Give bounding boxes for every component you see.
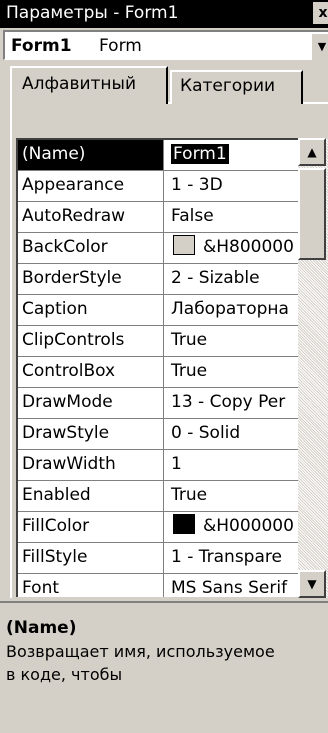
- property-value-text: Form1: [171, 144, 229, 164]
- property-name: ControlBox: [18, 357, 164, 387]
- property-row[interactable]: ControlBox True: [18, 357, 328, 388]
- close-button[interactable]: x: [313, 2, 328, 24]
- vertical-scrollbar[interactable]: ▲ ▼: [298, 138, 328, 598]
- property-name: Enabled: [18, 481, 164, 511]
- tab-categorized[interactable]: Категории: [170, 70, 303, 104]
- property-name: BackColor: [18, 233, 164, 263]
- description-text: Возвращает имя, используемое в коде, что…: [6, 642, 275, 684]
- description-pane: (Name) Возвращает имя, используемое в ко…: [0, 601, 328, 733]
- property-row[interactable]: DrawStyle 0 - Solid: [18, 419, 328, 450]
- property-row[interactable]: Font MS Sans Serif: [18, 574, 328, 597]
- property-value[interactable]: &H800000: [166, 233, 300, 263]
- property-value-text: 1 - Transpare: [171, 547, 282, 567]
- property-row[interactable]: DrawWidth 1: [18, 450, 328, 481]
- property-row[interactable]: Appearance 1 - 3D: [18, 171, 328, 202]
- tab-categorized-label: Категории: [180, 76, 276, 96]
- property-value-text: &H000000: [203, 516, 294, 536]
- property-row[interactable]: DrawMode 13 - Copy Per: [18, 388, 328, 419]
- property-row[interactable]: FillColor &H000000: [18, 512, 328, 543]
- scroll-down-arrow-icon[interactable]: ▼: [298, 570, 326, 598]
- property-value-text: 0 - Solid: [171, 423, 241, 443]
- property-name: DrawStyle: [18, 419, 164, 449]
- property-value-text: 13 - Copy Per: [171, 392, 286, 412]
- scroll-up-arrow-icon[interactable]: ▲: [298, 138, 326, 166]
- property-name: Appearance: [18, 171, 164, 201]
- property-value[interactable]: 1 - 3D: [166, 171, 300, 201]
- color-swatch[interactable]: [173, 235, 195, 255]
- property-name: DrawWidth: [18, 450, 164, 480]
- object-selector[interactable]: Form1 Form ▼: [3, 30, 328, 60]
- property-value[interactable]: False: [166, 202, 300, 232]
- property-name: AutoRedraw: [18, 202, 164, 232]
- property-name: Caption: [18, 295, 164, 325]
- chevron-down-icon[interactable]: ▼: [311, 33, 328, 60]
- property-value[interactable]: MS Sans Serif: [166, 574, 300, 597]
- property-value[interactable]: 2 - Sizable: [166, 264, 300, 294]
- property-value[interactable]: True: [166, 326, 300, 356]
- color-swatch[interactable]: [173, 514, 195, 534]
- property-name: ClipControls: [18, 326, 164, 356]
- property-name: BorderStyle: [18, 264, 164, 294]
- property-value-text: False: [171, 206, 214, 226]
- property-value[interactable]: Form1: [166, 140, 300, 170]
- property-value-text: True: [171, 361, 208, 381]
- property-value[interactable]: True: [166, 357, 300, 387]
- property-grid: (Name) Form1 Appearance 1 - 3D AutoRedraw Fal…: [16, 138, 328, 597]
- property-row[interactable]: Enabled True: [18, 481, 328, 512]
- property-value[interactable]: 0 - Solid: [166, 419, 300, 449]
- property-row[interactable]: BackColor &H800000: [18, 233, 328, 264]
- title-bar: Параметры - Form1 x: [0, 0, 328, 28]
- property-value[interactable]: True: [166, 481, 300, 511]
- property-row[interactable]: AutoRedraw False: [18, 202, 328, 233]
- property-value-text: True: [171, 330, 208, 350]
- property-value[interactable]: Лабораторна: [166, 295, 300, 325]
- description-title: (Name): [6, 618, 77, 638]
- property-row[interactable]: FillStyle 1 - Transpare: [18, 543, 328, 574]
- property-value-text: 1 - 3D: [171, 175, 223, 195]
- property-name: (Name): [18, 140, 164, 170]
- object-name: Form1: [11, 36, 72, 56]
- property-row[interactable]: ClipControls True: [18, 326, 328, 357]
- property-value-text: 1: [171, 454, 182, 474]
- property-name: FillStyle: [18, 543, 164, 573]
- tab-alphabetical-label: Алфавитный: [22, 74, 137, 94]
- property-value[interactable]: &H000000: [166, 512, 300, 542]
- property-name: FillColor: [18, 512, 164, 542]
- property-name: DrawMode: [18, 388, 164, 418]
- property-row[interactable]: BorderStyle 2 - Sizable: [18, 264, 328, 295]
- property-value-text: Лабораторна: [171, 299, 289, 319]
- property-value-text: True: [171, 485, 208, 505]
- property-value-text: &H800000: [203, 237, 294, 257]
- window-title: Параметры - Form1: [6, 3, 179, 23]
- property-value[interactable]: 13 - Copy Per: [166, 388, 300, 418]
- scroll-thumb[interactable]: [298, 168, 326, 260]
- property-row[interactable]: (Name) Form1: [18, 140, 328, 171]
- property-value[interactable]: 1: [166, 450, 300, 480]
- object-type: Form: [99, 36, 142, 56]
- property-row[interactable]: Caption Лабораторна: [18, 295, 328, 326]
- property-value-text: 2 - Sizable: [171, 268, 260, 288]
- property-value-text: MS Sans Serif: [171, 578, 288, 597]
- property-name: Font: [18, 574, 164, 597]
- tab-alphabetical[interactable]: Алфавитный: [10, 66, 168, 104]
- property-value[interactable]: 1 - Transpare: [166, 543, 300, 573]
